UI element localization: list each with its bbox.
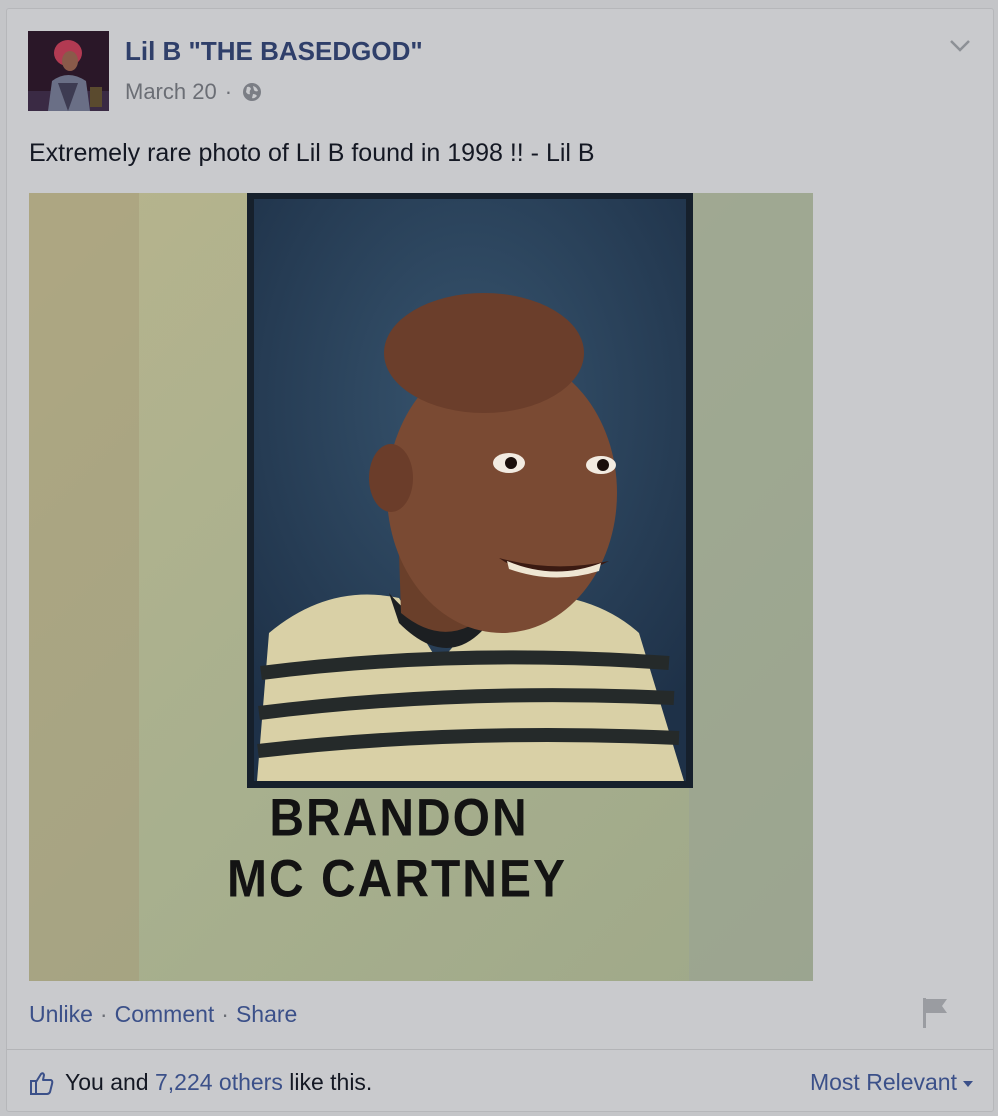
comment-link[interactable]: Comment	[115, 1001, 215, 1028]
sort-label: Most Relevant	[809, 1069, 957, 1095]
caret-down-icon	[963, 1081, 973, 1087]
post-card: Lil B "THE BASEDGOD" March 20 · Extremel…	[6, 8, 994, 1112]
likes-suffix: like this.	[282, 1069, 373, 1095]
sort-dropdown[interactable]: Most Relevant	[810, 1069, 973, 1096]
unlike-link[interactable]: Unlike	[29, 1001, 93, 1028]
photo-caption-last: MC CARTNEY	[227, 850, 567, 909]
divider	[7, 1049, 993, 1050]
share-link[interactable]: Share	[236, 1001, 297, 1028]
flag-icon[interactable]	[921, 996, 949, 1030]
post-date[interactable]: March 20	[125, 79, 217, 105]
thumbs-up-icon	[30, 1071, 54, 1095]
likes-prefix: You and	[65, 1069, 155, 1095]
globe-icon[interactable]	[242, 82, 262, 102]
likes-others-link[interactable]: 7,224 others	[155, 1069, 283, 1096]
author-name[interactable]: Lil B "THE BASEDGOD"	[125, 36, 423, 67]
chevron-down-icon[interactable]	[949, 39, 971, 53]
author-avatar[interactable]	[28, 31, 109, 111]
likes-summary: You and 7,224 others like this. Most Rel…	[29, 1069, 973, 1096]
post-meta: March 20 ·	[125, 79, 262, 105]
post-text: Extremely rare photo of Lil B found in 1…	[29, 139, 595, 167]
photo-caption-first: BRANDON	[269, 789, 529, 848]
action-separator: ·	[221, 1001, 229, 1027]
post-photo[interactable]: BRANDON MC CARTNEY	[29, 193, 813, 981]
action-separator: ·	[99, 1001, 108, 1027]
post-actions: Unlike · Comment · Share	[29, 1001, 297, 1028]
meta-separator: ·	[224, 79, 233, 104]
